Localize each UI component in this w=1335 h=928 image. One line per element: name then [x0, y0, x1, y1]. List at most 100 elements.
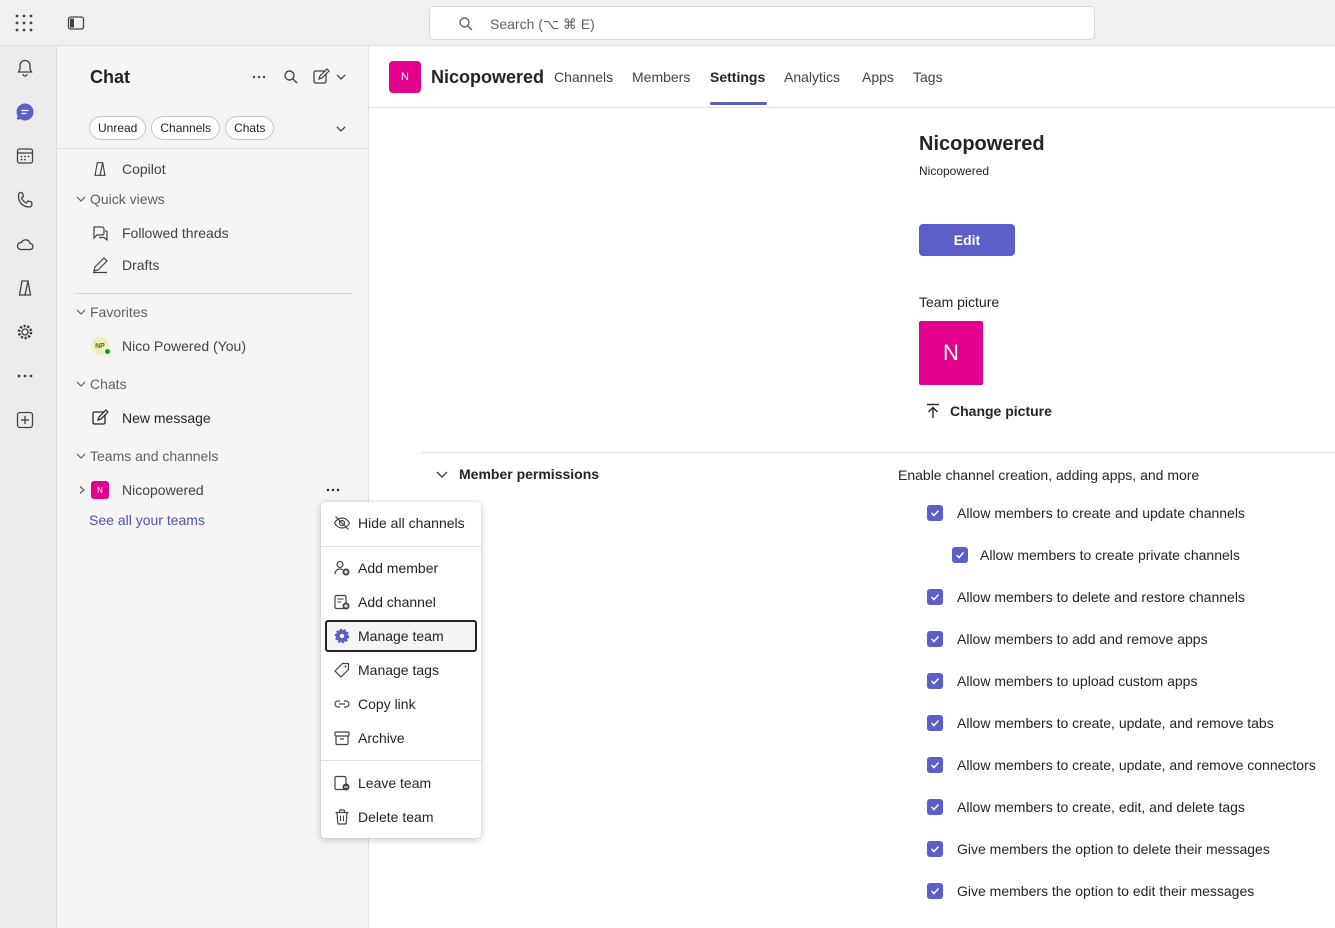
- menu-item-delete-team[interactable]: Delete team: [325, 801, 477, 833]
- team-context-menu: Hide all channels Add member Add channel…: [321, 502, 481, 838]
- permission-checkbox[interactable]: Allow members to delete and restore chan…: [927, 589, 1245, 605]
- drafts-icon: [91, 256, 109, 274]
- new-message-item[interactable]: New message: [57, 404, 369, 432]
- favorite-chat-item[interactable]: NP Nico Powered (You): [57, 332, 369, 360]
- search-icon: [458, 16, 474, 32]
- permission-label: Give members the option to delete their …: [957, 841, 1270, 857]
- edit-button[interactable]: Edit: [919, 224, 1015, 256]
- chevron-right-icon[interactable]: [77, 485, 87, 495]
- section-teams[interactable]: Teams and channels: [75, 445, 218, 467]
- chevron-down-icon: [76, 381, 86, 387]
- main-content: N Nicopowered Channels Members Settings …: [369, 46, 1335, 928]
- section-label: Chats: [90, 376, 127, 392]
- archive-icon: [333, 729, 351, 747]
- see-all-teams-link[interactable]: See all your teams: [89, 512, 205, 528]
- copilot-item[interactable]: Copilot: [57, 155, 369, 183]
- onedrive-icon[interactable]: [14, 233, 36, 255]
- permission-checkbox[interactable]: Allow members to create, update, and rem…: [927, 757, 1316, 773]
- followed-threads-label: Followed threads: [122, 225, 229, 241]
- phone-icon[interactable]: [14, 189, 36, 211]
- chevron-down-icon: [76, 309, 86, 315]
- team-item[interactable]: N Nicopowered: [57, 476, 369, 504]
- tab-apps[interactable]: Apps: [862, 69, 894, 85]
- sidebar-toggle-icon[interactable]: [66, 13, 86, 33]
- permission-checkbox[interactable]: Allow members to add and remove apps: [927, 631, 1208, 647]
- link-icon: [333, 695, 351, 713]
- permission-checkbox[interactable]: Allow members to create, edit, and delet…: [927, 799, 1245, 815]
- add-app-icon[interactable]: [14, 409, 36, 431]
- chevron-down-icon[interactable]: [335, 122, 347, 134]
- checkmark-icon: [927, 505, 943, 521]
- more-options-icon[interactable]: [323, 480, 343, 500]
- filter-channels[interactable]: Channels: [151, 116, 221, 140]
- chevron-down-icon: [76, 453, 86, 459]
- leave-team-icon: [333, 774, 351, 792]
- menu-item-manage-team[interactable]: Manage team: [325, 620, 477, 652]
- chat-icon[interactable]: [14, 101, 36, 123]
- checkmark-icon: [927, 841, 943, 857]
- section-favorites[interactable]: Favorites: [75, 301, 148, 323]
- section-label: Quick views: [90, 191, 165, 207]
- new-chat-compose-icon[interactable]: [312, 67, 348, 87]
- permission-label: Allow members to create, update, and rem…: [957, 757, 1316, 773]
- menu-item-archive[interactable]: Archive: [325, 722, 477, 754]
- permission-checkbox[interactable]: Give members the option to delete their …: [927, 841, 1270, 857]
- section-label: Teams and channels: [90, 448, 219, 464]
- menu-item-label: Archive: [358, 730, 405, 746]
- search-box[interactable]: Search (⌥ ⌘ E): [429, 6, 1095, 40]
- favorite-user-label: Nico Powered (You): [122, 338, 246, 354]
- gear-icon: [333, 627, 351, 645]
- trash-icon: [333, 808, 351, 826]
- filter-unread[interactable]: Unread: [89, 116, 147, 140]
- permission-checkbox[interactable]: Allow members to create private channels: [952, 547, 1240, 563]
- more-apps-icon[interactable]: [14, 365, 36, 387]
- change-picture-button[interactable]: Change picture: [924, 402, 1052, 420]
- calendar-icon[interactable]: [14, 145, 36, 167]
- team-avatar: N: [91, 481, 109, 499]
- filter-chats[interactable]: Chats: [225, 116, 275, 140]
- member-permissions-header[interactable]: Member permissions: [435, 466, 599, 482]
- section-chats[interactable]: Chats: [75, 373, 127, 395]
- compose-icon: [91, 409, 109, 427]
- team-logo: N: [389, 61, 421, 93]
- menu-item-leave-team[interactable]: Leave team: [325, 767, 477, 799]
- permission-checkbox[interactable]: Allow members to create, update, and rem…: [927, 715, 1274, 731]
- section-quick-views[interactable]: Quick views: [75, 188, 165, 210]
- tab-members[interactable]: Members: [632, 69, 690, 85]
- checkmark-icon: [927, 589, 943, 605]
- menu-item-copy-link[interactable]: Copy link: [325, 688, 477, 720]
- tab-analytics[interactable]: Analytics: [784, 69, 840, 85]
- menu-divider: [321, 546, 481, 547]
- chat-filters: Unread Channels Chats: [89, 116, 275, 140]
- menu-item-manage-tags[interactable]: Manage tags: [325, 654, 477, 686]
- presence-available-icon: [104, 348, 111, 355]
- divider: [74, 293, 353, 294]
- settings-team-title: Nicopowered: [919, 133, 1045, 155]
- app-launcher-icon[interactable]: [14, 13, 34, 33]
- new-message-label: New message: [122, 410, 211, 426]
- active-tab-indicator: [710, 102, 767, 105]
- checkmark-icon: [952, 547, 968, 563]
- tab-tags[interactable]: Tags: [913, 69, 943, 85]
- copilot-icon: [91, 160, 109, 178]
- menu-divider: [321, 760, 481, 761]
- tab-settings[interactable]: Settings: [710, 69, 765, 85]
- section-label: Favorites: [90, 304, 148, 320]
- permission-checkbox[interactable]: Allow members to create and update chann…: [927, 505, 1245, 521]
- permission-checkbox[interactable]: Allow members to upload custom apps: [927, 673, 1197, 689]
- followed-threads-item[interactable]: Followed threads: [57, 219, 369, 247]
- member-permissions-description: Enable channel creation, adding apps, an…: [898, 467, 1200, 483]
- copilot-label: Copilot: [122, 161, 166, 177]
- app-settings-icon[interactable]: [14, 321, 36, 343]
- menu-item-add-member[interactable]: Add member: [325, 552, 477, 584]
- menu-item-add-channel[interactable]: Add channel: [325, 586, 477, 618]
- search-icon[interactable]: [281, 67, 301, 87]
- drafts-item[interactable]: Drafts: [57, 251, 369, 279]
- bell-icon[interactable]: [14, 57, 36, 79]
- permission-checkbox[interactable]: Give members the option to edit their me…: [927, 883, 1254, 899]
- more-options-icon[interactable]: [249, 67, 269, 87]
- menu-item-label: Add member: [358, 560, 439, 576]
- copilot-icon[interactable]: [14, 277, 36, 299]
- tab-channels[interactable]: Channels: [554, 69, 613, 85]
- menu-item-hide-all-channels[interactable]: Hide all channels: [325, 507, 477, 539]
